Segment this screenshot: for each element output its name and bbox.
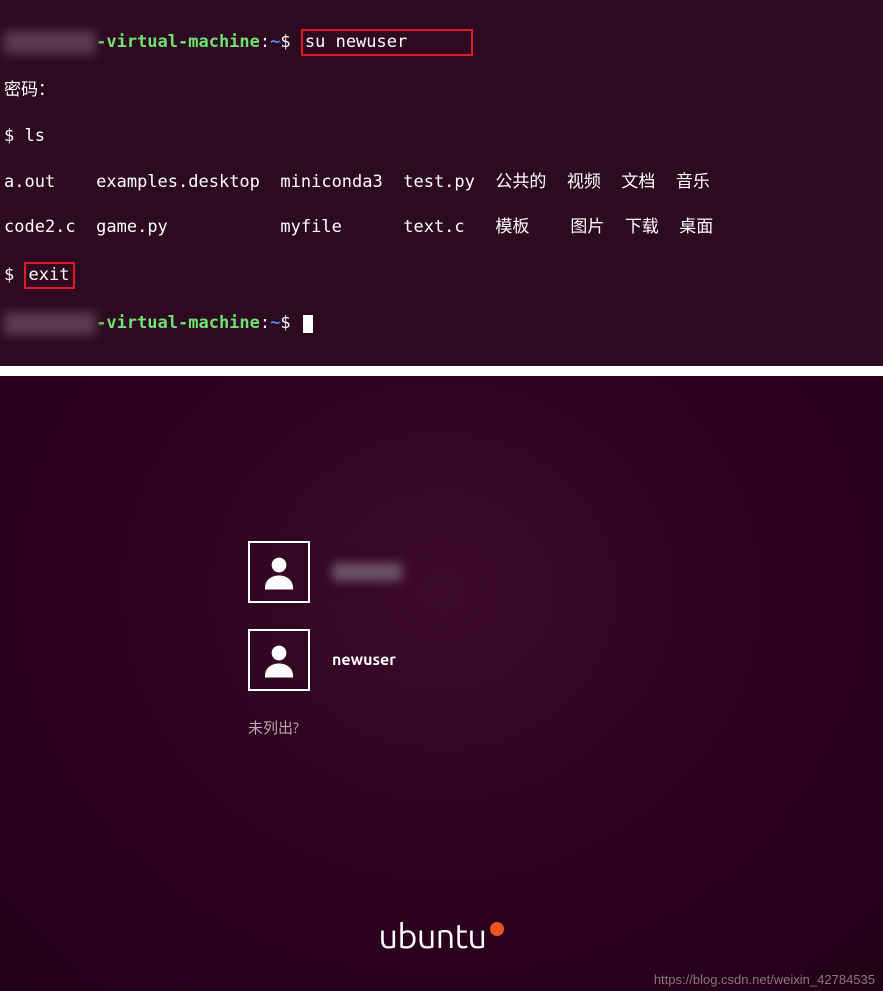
not-listed-link[interactable]: 未列出? [248, 717, 402, 738]
prompt-host: -virtual-machine [96, 32, 260, 52]
ubuntu-wordmark: ubuntu [379, 917, 487, 955]
file-item: test.py [403, 172, 475, 192]
cursor-icon [303, 315, 313, 333]
ls-command: ls [24, 126, 44, 146]
terminal-listing-row-2: code2.c game.py myfile text.c 模板 图片 下载 桌… [4, 216, 879, 239]
file-item: 模板 [495, 217, 529, 237]
file-item: 下载 [625, 217, 659, 237]
user-list: xxxxxx newuser 未列出? [248, 541, 402, 738]
blurred-username: xxxxxxxxx [4, 31, 96, 54]
prompt-dollar: $ [280, 32, 300, 52]
terminal-window[interactable]: xxxxxxxxx-virtual-machine:~$ su newuser … [0, 0, 883, 366]
shell-prompt: $ [4, 265, 24, 285]
command-text: su newuser [305, 32, 407, 52]
terminal-listing-row-1: a.out examples.desktop miniconda3 test.p… [4, 171, 879, 194]
prompt-dollar: $ [280, 313, 300, 333]
highlight-exit-command: exit [24, 262, 75, 289]
prompt-path: ~ [270, 313, 280, 333]
terminal-line-password: 密码： [4, 79, 879, 102]
prompt-colon: : [260, 32, 270, 52]
file-item: 桌面 [679, 217, 713, 237]
user-label-blurred: xxxxxx [332, 563, 402, 581]
user-label: newuser [332, 651, 396, 669]
login-screen: xxxxxx newuser 未列出? ubuntu https://blog.… [0, 376, 883, 991]
user-entry-1[interactable]: xxxxxx [248, 541, 402, 603]
exit-command: exit [28, 265, 69, 285]
file-item: 文档 [621, 172, 655, 192]
prompt-colon: : [260, 313, 270, 333]
ubuntu-circle-icon [490, 922, 504, 936]
highlight-su-command: su newuser [301, 29, 473, 56]
person-icon [258, 639, 300, 681]
terminal-line-exit: $ exit [4, 262, 879, 289]
file-item: a.out [4, 172, 55, 192]
user-entry-newuser[interactable]: newuser [248, 629, 402, 691]
terminal-line-last: xxxxxxxxx-virtual-machine:~$ [4, 312, 879, 335]
person-icon [258, 551, 300, 593]
file-item: myfile [280, 217, 341, 237]
file-item: 音乐 [676, 172, 710, 192]
watermark-text: https://blog.csdn.net/weixin_42784535 [654, 972, 875, 987]
file-item: code2.c [4, 217, 76, 237]
file-item: examples.desktop [96, 172, 260, 192]
file-item: 图片 [570, 217, 604, 237]
blurred-username: xxxxxxxxx [4, 312, 96, 335]
terminal-line-1: xxxxxxxxx-virtual-machine:~$ su newuser [4, 29, 879, 56]
avatar-box [248, 541, 310, 603]
terminal-line-ls: $ ls [4, 125, 879, 148]
file-item: 视频 [567, 172, 601, 192]
file-item: 公共的 [495, 172, 546, 192]
file-item: game.py [96, 217, 168, 237]
file-item: text.c [403, 217, 464, 237]
shell-prompt: $ [4, 126, 24, 146]
avatar-box [248, 629, 310, 691]
ubuntu-logo: ubuntu [379, 917, 505, 955]
prompt-path: ~ [270, 32, 280, 52]
file-item: miniconda3 [280, 172, 382, 192]
prompt-host: -virtual-machine [96, 313, 260, 333]
